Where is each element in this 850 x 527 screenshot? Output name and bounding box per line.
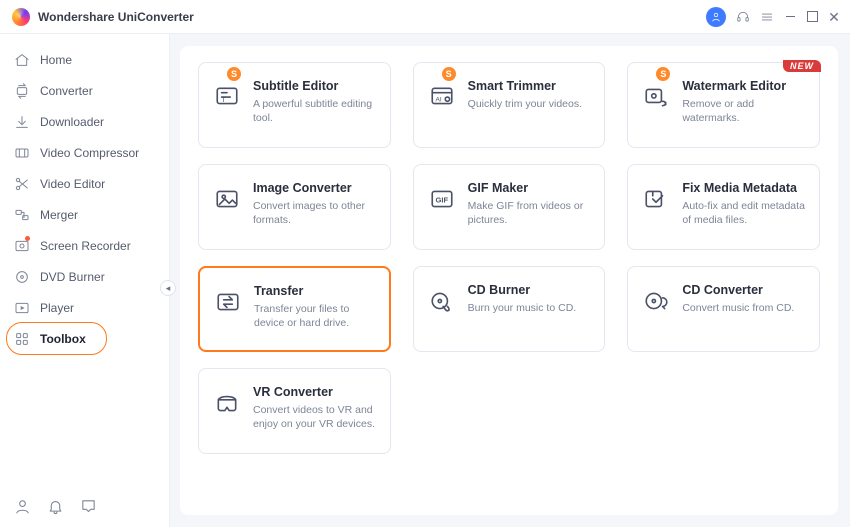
- card-title: CD Converter: [682, 283, 805, 297]
- merger-icon: [14, 207, 30, 223]
- sidebar-item-video-editor[interactable]: Video Editor: [0, 168, 169, 199]
- card-smart-trimmer[interactable]: S AI Smart Trimmer Quickly trim your videos…: [413, 62, 606, 148]
- sidebar-nav: Home Converter Downloader Video Compressor V…: [0, 44, 169, 486]
- subtitle-icon: T: [213, 83, 241, 111]
- brand: Wondershare UniConverter: [12, 8, 194, 26]
- card-desc: Convert videos to VR and enjoy on your V…: [253, 403, 376, 431]
- card-title: Image Converter: [253, 181, 376, 195]
- player-icon: [14, 300, 30, 316]
- app-title: Wondershare UniConverter: [38, 10, 194, 24]
- cd-burn-icon: [428, 287, 456, 315]
- card-fix-media-metadata[interactable]: Fix Media Metadata Auto-fix and edit meta…: [627, 164, 820, 250]
- card-title: Watermark Editor: [682, 79, 805, 93]
- user-avatar[interactable]: [706, 7, 726, 27]
- grid-icon: [14, 331, 30, 347]
- headset-icon[interactable]: [736, 10, 750, 24]
- bell-icon[interactable]: [47, 498, 64, 515]
- transfer-icon: [214, 288, 242, 316]
- toolbox-grid: S T Subtitle Editor A powerful subtitle edi…: [198, 62, 820, 454]
- sidebar-item-home[interactable]: Home: [0, 44, 169, 75]
- chat-icon[interactable]: [80, 498, 97, 515]
- svg-text:GIF: GIF: [435, 195, 448, 204]
- sidebar-item-label: DVD Burner: [40, 270, 105, 284]
- window-maximize[interactable]: [806, 11, 818, 23]
- cd-conv-icon: [642, 287, 670, 315]
- converter-icon: [14, 83, 30, 99]
- sidebar-item-label: Player: [40, 301, 74, 315]
- user-outline-icon[interactable]: [14, 498, 31, 515]
- card-title: Transfer: [254, 284, 375, 298]
- card-gif-maker[interactable]: GIF GIF Maker Make GIF from videos or pict…: [413, 164, 606, 250]
- gif-icon: GIF: [428, 185, 456, 213]
- badge-s: S: [227, 67, 241, 81]
- card-transfer[interactable]: Transfer Transfer your files to device or…: [198, 266, 391, 352]
- hamburger-icon[interactable]: [760, 10, 774, 24]
- svg-text:AI: AI: [435, 96, 441, 103]
- sidebar-item-video-compressor[interactable]: Video Compressor: [0, 137, 169, 168]
- sidebar-item-toolbox[interactable]: Toolbox: [0, 323, 169, 354]
- card-title: GIF Maker: [468, 181, 591, 195]
- card-cd-burner[interactable]: CD Burner Burn your music to CD.: [413, 266, 606, 352]
- main-panel: S T Subtitle Editor A powerful subtitle edi…: [180, 46, 838, 515]
- vr-icon: [213, 389, 241, 417]
- card-desc: Burn your music to CD.: [468, 301, 591, 315]
- card-desc: Convert images to other formats.: [253, 199, 376, 227]
- card-image-converter[interactable]: Image Converter Convert images to other f…: [198, 164, 391, 250]
- sidebar-item-merger[interactable]: Merger: [0, 199, 169, 230]
- titlebar: Wondershare UniConverter ✕: [0, 0, 850, 34]
- titlebar-actions: ✕: [706, 7, 840, 27]
- sidebar-item-label: Downloader: [40, 115, 104, 129]
- compress-icon: [14, 145, 30, 161]
- card-title: Fix Media Metadata: [682, 181, 805, 195]
- card-desc: Convert music from CD.: [682, 301, 805, 315]
- sidebar-bottom: [0, 486, 169, 527]
- svg-text:T: T: [222, 97, 226, 104]
- card-desc: Transfer your files to device or hard dr…: [254, 302, 375, 330]
- sidebar-collapse[interactable]: ◂: [160, 280, 176, 296]
- download-icon: [14, 114, 30, 130]
- sidebar-item-label: Video Editor: [40, 177, 105, 191]
- card-desc: Auto-fix and edit metadata of media file…: [682, 199, 805, 227]
- metadata-icon: [642, 185, 670, 213]
- sidebar-item-label: Merger: [40, 208, 78, 222]
- scissors-icon: [14, 176, 30, 192]
- card-subtitle-editor[interactable]: S T Subtitle Editor A powerful subtitle edi…: [198, 62, 391, 148]
- card-desc: A powerful subtitle editing tool.: [253, 97, 376, 125]
- app-logo: [12, 8, 30, 26]
- sidebar-item-player[interactable]: Player: [0, 292, 169, 323]
- card-vr-converter[interactable]: VR Converter Convert videos to VR and enj…: [198, 368, 391, 454]
- home-icon: [14, 52, 30, 68]
- badge-s: S: [656, 67, 670, 81]
- card-title: VR Converter: [253, 385, 376, 399]
- badge-s: S: [442, 67, 456, 81]
- ai-trim-icon: AI: [428, 83, 456, 111]
- card-watermark-editor[interactable]: S NEW Watermark Editor Remove or add waterm…: [627, 62, 820, 148]
- card-title: Subtitle Editor: [253, 79, 376, 93]
- window-close[interactable]: ✕: [828, 11, 840, 23]
- badge-new: NEW: [783, 60, 821, 72]
- sidebar-item-label: Toolbox: [40, 332, 86, 346]
- card-cd-converter[interactable]: CD Converter Convert music from CD.: [627, 266, 820, 352]
- sidebar-item-label: Video Compressor: [40, 146, 139, 160]
- sidebar-item-dvd-burner[interactable]: DVD Burner: [0, 261, 169, 292]
- sidebar-item-screen-recorder[interactable]: Screen Recorder: [0, 230, 169, 261]
- image-icon: [213, 185, 241, 213]
- sidebar-item-label: Screen Recorder: [40, 239, 131, 253]
- sidebar-item-label: Home: [40, 53, 72, 67]
- window-minimize[interactable]: [784, 11, 796, 23]
- card-desc: Remove or add watermarks.: [682, 97, 805, 125]
- card-desc: Quickly trim your videos.: [468, 97, 591, 111]
- sidebar-item-downloader[interactable]: Downloader: [0, 106, 169, 137]
- sidebar-item-label: Converter: [40, 84, 93, 98]
- card-desc: Make GIF from videos or pictures.: [468, 199, 591, 227]
- sidebar-item-converter[interactable]: Converter: [0, 75, 169, 106]
- disc-icon: [14, 269, 30, 285]
- card-title: CD Burner: [468, 283, 591, 297]
- watermark-icon: [642, 83, 670, 111]
- notification-dot: [25, 236, 30, 241]
- card-title: Smart Trimmer: [468, 79, 591, 93]
- sidebar: Home Converter Downloader Video Compressor V…: [0, 34, 170, 527]
